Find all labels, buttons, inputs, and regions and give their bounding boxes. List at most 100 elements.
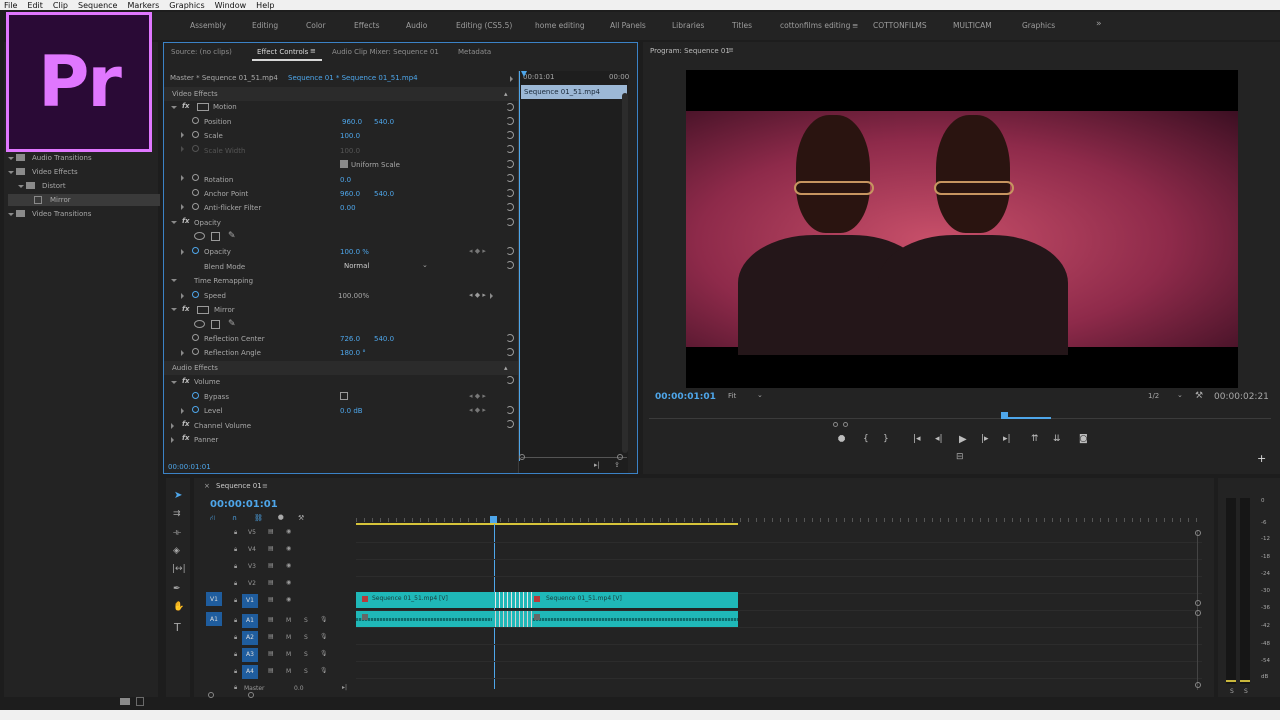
tab-audio-clip-mixer[interactable]: Audio Clip Mixer: Sequence 01 bbox=[332, 48, 439, 56]
lock-icon[interactable]: 🔒︎ bbox=[234, 634, 237, 642]
anchor-x-value[interactable]: 960.0 bbox=[340, 190, 360, 198]
workspace-tab-audio[interactable]: Audio bbox=[406, 21, 427, 30]
selection-tool-icon[interactable]: ➤ bbox=[174, 490, 182, 501]
lift-icon[interactable]: ⇈ bbox=[1031, 434, 1039, 444]
close-icon[interactable]: × bbox=[204, 482, 210, 490]
microphone-icon[interactable]: 🎙︎ bbox=[320, 650, 328, 657]
razor-icon[interactable]: ◈ bbox=[173, 546, 180, 556]
audio-clip[interactable] bbox=[356, 611, 738, 627]
chevron-down-icon[interactable] bbox=[171, 106, 177, 109]
chevron-right-icon[interactable] bbox=[181, 132, 184, 138]
eye-icon[interactable]: ◉ bbox=[286, 579, 291, 586]
stopwatch-icon[interactable] bbox=[192, 406, 199, 413]
menu-clip[interactable]: Clip bbox=[53, 1, 68, 10]
program-scrubber[interactable] bbox=[649, 412, 1271, 422]
mute-button[interactable]: M bbox=[286, 617, 291, 624]
stopwatch-icon[interactable] bbox=[192, 131, 199, 138]
track-select-icon[interactable]: ⇉ bbox=[173, 509, 181, 519]
mute-button[interactable]: M bbox=[286, 634, 291, 641]
menu-sequence[interactable]: Sequence bbox=[78, 1, 117, 10]
track-label[interactable]: V1 bbox=[246, 597, 254, 604]
reflection-center-y-value[interactable]: 540.0 bbox=[374, 335, 394, 343]
menu-markers[interactable]: Markers bbox=[127, 1, 159, 10]
chevron-right-icon[interactable] bbox=[181, 293, 184, 299]
fx-icon[interactable]: fx bbox=[182, 305, 190, 313]
ellipse-mask-icon[interactable] bbox=[194, 320, 205, 328]
menu-graphics[interactable]: Graphics bbox=[169, 1, 204, 10]
zoom-level-select[interactable]: Fit ⌄ bbox=[725, 390, 767, 402]
step-forward-icon[interactable]: |▸ bbox=[981, 434, 989, 444]
add-button-icon[interactable]: + bbox=[1257, 452, 1266, 465]
solo-button[interactable]: S bbox=[304, 617, 308, 624]
reflection-center-x-value[interactable]: 726.0 bbox=[340, 335, 360, 343]
panel-menu-icon[interactable]: ≡ bbox=[310, 47, 316, 55]
reset-icon[interactable] bbox=[506, 218, 514, 226]
ripple-edit-icon[interactable]: ⟛ bbox=[173, 528, 181, 538]
program-timecode[interactable]: 00:00:01:01 bbox=[655, 392, 716, 402]
extract-icon[interactable]: ⇊ bbox=[1053, 434, 1061, 444]
timeline-tab[interactable]: Sequence 01 bbox=[216, 482, 262, 490]
position-x-value[interactable]: 960.0 bbox=[342, 118, 362, 126]
lock-icon[interactable]: 🔒︎ bbox=[234, 651, 237, 659]
solo-button[interactable]: S bbox=[304, 651, 308, 658]
solo-right-button[interactable]: S bbox=[1244, 688, 1248, 695]
sequence-clip-label[interactable]: Sequence 01 * Sequence 01_51.mp4 bbox=[288, 74, 418, 82]
lock-icon[interactable]: 🔒︎ bbox=[234, 668, 237, 676]
fx-icon[interactable]: fx bbox=[182, 434, 190, 442]
reset-icon[interactable] bbox=[506, 406, 514, 414]
microphone-icon[interactable]: 🎙︎ bbox=[320, 633, 328, 640]
video-clip[interactable]: Sequence 01_51.mp4 [V] Sequence 01_51.mp… bbox=[356, 592, 738, 608]
eye-icon[interactable]: ◉ bbox=[286, 596, 291, 603]
lock-icon[interactable]: 🔒︎ bbox=[234, 597, 237, 605]
effect-controls-timecode[interactable]: 00:00:01:01 bbox=[168, 463, 211, 471]
lock-icon[interactable]: 🔒︎ bbox=[234, 617, 237, 625]
menu-window[interactable]: Window bbox=[215, 1, 247, 10]
workspace-tab-titles[interactable]: Titles bbox=[732, 21, 752, 30]
go-to-out-icon[interactable]: ▸| bbox=[1003, 434, 1011, 444]
transform-icon[interactable] bbox=[197, 306, 209, 314]
keyframe-nav-icon[interactable]: ◂ ◆ ▸ bbox=[469, 291, 486, 299]
stopwatch-icon[interactable] bbox=[192, 247, 199, 254]
new-bin-icon[interactable] bbox=[120, 698, 130, 705]
lock-icon[interactable]: 🔒︎ bbox=[234, 563, 237, 571]
workspace-tab-assembly[interactable]: Assembly bbox=[190, 21, 226, 30]
zoom-handle[interactable] bbox=[519, 454, 525, 460]
chevron-right-icon[interactable] bbox=[181, 350, 184, 356]
sync-lock-icon[interactable]: ▤ bbox=[268, 528, 274, 535]
rectangle-mask-icon[interactable] bbox=[211, 320, 220, 329]
linked-selection-icon[interactable]: ⛓ bbox=[254, 514, 263, 522]
play-icon[interactable]: ▶ bbox=[959, 434, 967, 445]
track-label[interactable]: A4 bbox=[246, 668, 254, 675]
tab-effect-controls[interactable]: Effect Controls bbox=[257, 48, 308, 56]
reset-icon[interactable] bbox=[506, 348, 514, 356]
microphone-icon[interactable]: 🎙︎ bbox=[320, 667, 328, 674]
zoom-scroll[interactable] bbox=[208, 692, 258, 698]
playhead-icon[interactable] bbox=[1001, 412, 1008, 419]
workspace-tab-effects[interactable]: Effects bbox=[354, 21, 380, 30]
stopwatch-icon[interactable] bbox=[192, 334, 199, 341]
mark-in-icon[interactable]: { bbox=[863, 434, 869, 444]
sync-lock-icon[interactable]: ▤ bbox=[268, 650, 274, 657]
mark-out-icon[interactable]: } bbox=[883, 434, 889, 444]
hand-icon[interactable]: ✋ bbox=[173, 602, 184, 612]
panel-menu-icon[interactable]: ≡ bbox=[262, 482, 268, 490]
microphone-icon[interactable]: 🎙︎ bbox=[320, 616, 328, 623]
fx-icon[interactable]: fx bbox=[182, 420, 190, 428]
solo-left-button[interactable]: S bbox=[1230, 688, 1234, 695]
workspace-tab-all-panels[interactable]: All Panels bbox=[610, 21, 646, 30]
timeline-timecode[interactable]: 00:00:01:01 bbox=[210, 499, 278, 510]
fx-icon[interactable]: fx bbox=[182, 102, 190, 110]
stopwatch-icon[interactable] bbox=[192, 174, 199, 181]
chevron-right-icon[interactable] bbox=[181, 249, 184, 255]
time-ruler[interactable] bbox=[356, 516, 1202, 526]
snap-icon[interactable]: ∩ bbox=[232, 514, 237, 522]
fx-icon[interactable]: fx bbox=[182, 377, 190, 385]
fx-icon[interactable]: fx bbox=[182, 217, 190, 225]
resolution-select[interactable]: 1/2 ⌄ bbox=[1145, 390, 1187, 402]
anchor-y-value[interactable]: 540.0 bbox=[374, 190, 394, 198]
reset-icon[interactable] bbox=[506, 160, 514, 168]
add-marker-icon[interactable]: ⯃ bbox=[838, 435, 845, 445]
lock-icon[interactable]: 🔒︎ bbox=[234, 684, 237, 692]
stopwatch-icon[interactable] bbox=[192, 291, 199, 298]
track-label[interactable]: A1 bbox=[246, 617, 254, 624]
